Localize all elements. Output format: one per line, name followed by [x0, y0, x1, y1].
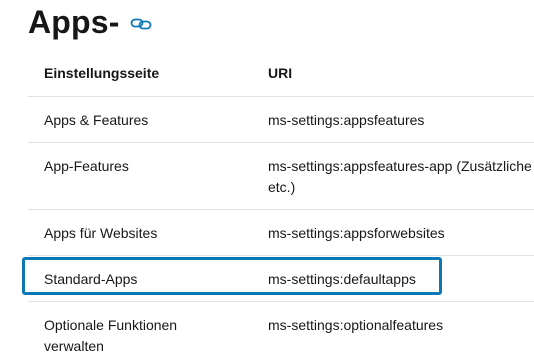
settings-page-cell: Optionale Funktionen verwalten [28, 301, 253, 363]
settings-page-cell: Apps & Features [28, 96, 253, 143]
uri-cell: ms-settings:appsfeatures-app (Zusätzlich… [253, 142, 534, 210]
table-row: Apps & Features ms-settings:appsfeatures [28, 96, 534, 143]
settings-page-line: Optionale Funktionen [44, 317, 178, 333]
table-row: Apps für Websites ms-settings:appsforweb… [28, 209, 534, 256]
table-row: App-Features ms-settings:appsfeatures-ap… [28, 142, 534, 210]
settings-page-cell: Standard-Apps [28, 255, 253, 302]
section-heading: Apps- [28, 2, 152, 42]
uri-line: ms-settings:appsfeatures-app (Zusätzlich… [268, 158, 534, 174]
table-row: Optionale Funktionen verwalten ms-settin… [28, 301, 534, 363]
settings-page-cell: Apps für Websites [28, 209, 253, 256]
uri-cell: ms-settings:optionalfeatures [253, 301, 534, 363]
uri-cell: ms-settings:defaultapps [253, 255, 534, 302]
page: Apps- Einstellungsseite URI Apps & Featu… [0, 0, 534, 363]
uri-cell: ms-settings:appsforwebsites [253, 209, 534, 256]
uri-cell: ms-settings:appsfeatures [253, 96, 534, 143]
uri-line-continued: etc.) [268, 179, 296, 195]
column-header-settings-page: Einstellungsseite [28, 50, 253, 97]
link-icon[interactable] [130, 16, 152, 32]
settings-page-line-continued: verwalten [44, 338, 104, 354]
section-title: Apps- [28, 4, 120, 40]
table-row-highlighted: Standard-Apps ms-settings:defaultapps [28, 255, 534, 302]
table-header-row: Einstellungsseite URI [28, 50, 534, 97]
settings-uri-table: Einstellungsseite URI Apps & Features ms… [28, 50, 534, 363]
settings-page-cell: App-Features [28, 142, 253, 210]
column-header-uri: URI [253, 50, 534, 97]
